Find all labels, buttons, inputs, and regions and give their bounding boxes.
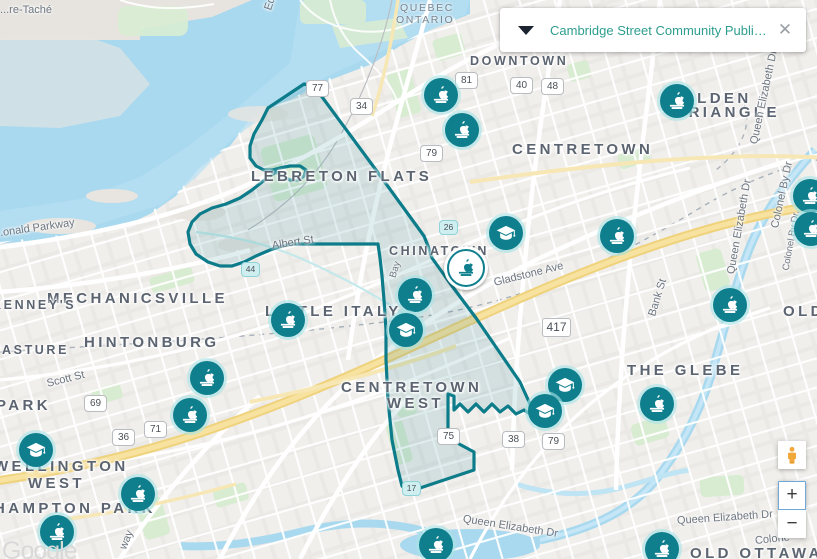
school-icon	[600, 219, 634, 253]
map-marker-school[interactable]	[710, 285, 750, 325]
university-icon	[389, 313, 423, 347]
school-icon	[424, 78, 458, 112]
university-icon	[528, 394, 562, 428]
pegman-street-view-icon[interactable]	[778, 441, 806, 469]
zoom-in-button[interactable]: +	[778, 481, 806, 510]
university-icon	[19, 433, 53, 467]
school-icon	[640, 387, 674, 421]
map-marker-school[interactable]	[118, 474, 158, 514]
school-icon	[645, 532, 679, 559]
map-marker-university[interactable]	[386, 310, 426, 350]
map-marker-school[interactable]	[421, 75, 461, 115]
school-icon	[660, 84, 694, 118]
school-icon	[419, 528, 453, 559]
map-marker-school[interactable]	[37, 512, 77, 552]
map-marker-university[interactable]	[486, 213, 526, 253]
place-title[interactable]: Cambridge Street Community Public...	[550, 23, 770, 38]
map-marker-school[interactable]	[657, 81, 697, 121]
school-icon	[713, 288, 747, 322]
map-marker-school[interactable]	[637, 384, 677, 424]
map-marker-university[interactable]	[525, 391, 565, 431]
map-marker-school[interactable]	[444, 246, 488, 290]
school-icon	[445, 113, 479, 147]
school-icon	[398, 278, 432, 312]
school-icon	[271, 303, 305, 337]
chevron-down-icon[interactable]	[518, 25, 534, 35]
map-marker-school[interactable]	[442, 110, 482, 150]
map-marker-university[interactable]	[16, 430, 56, 470]
university-icon	[489, 216, 523, 250]
close-icon[interactable]: ✕	[770, 15, 800, 45]
zoom-out-button[interactable]: −	[778, 510, 806, 538]
school-icon	[121, 477, 155, 511]
place-info-bar[interactable]: Cambridge Street Community Public... ✕	[500, 8, 806, 52]
map-marker-school[interactable]	[395, 275, 435, 315]
map-application: QUEBEC ONTARIO DOWNTOWN CENTRETOWN GOLDEN TRI…	[0, 0, 817, 559]
map-marker-school[interactable]	[268, 300, 308, 340]
map-marker-school[interactable]	[187, 358, 227, 398]
school-icon	[447, 249, 485, 287]
map-marker-school[interactable]	[597, 216, 637, 256]
school-icon	[40, 515, 74, 549]
map-marker-school[interactable]	[170, 395, 210, 435]
map-marker-school[interactable]	[416, 525, 456, 559]
school-icon	[190, 361, 224, 395]
school-icon	[173, 398, 207, 432]
zoom-controls[interactable]: + −	[778, 481, 806, 538]
